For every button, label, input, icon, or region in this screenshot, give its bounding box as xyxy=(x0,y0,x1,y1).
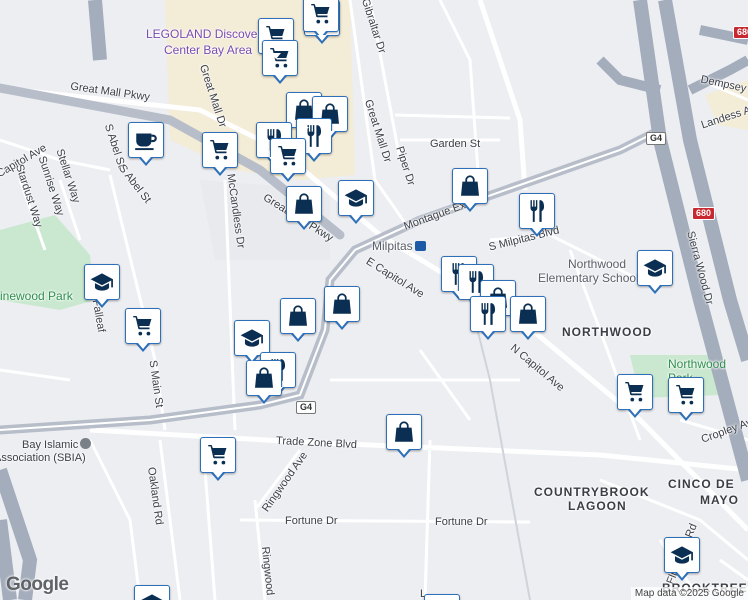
poi-marker-shopping-cart[interactable] xyxy=(303,0,339,40)
poi-label-islamic-1[interactable]: Bay Islamic xyxy=(22,438,92,451)
poi-label-islamic-2[interactable]: Association (SBIA) xyxy=(0,452,86,464)
highway-680-shield: 680 xyxy=(692,207,716,220)
district-label-mayo: MAYO xyxy=(700,493,739,507)
school-icon xyxy=(343,185,369,211)
poi-marker-shopping-cart[interactable] xyxy=(125,308,161,352)
street-label-fortune-dr: Fortune Dr xyxy=(285,515,338,527)
route-g4-shield-2: G4 xyxy=(646,132,667,145)
school-label-northwood-2[interactable]: Elementary School xyxy=(538,272,639,284)
google-logo[interactable]: Google xyxy=(6,574,69,596)
coffee-icon xyxy=(133,127,159,153)
poi-marker-restaurant[interactable] xyxy=(519,193,555,237)
poi-marker-shopping-cart[interactable] xyxy=(424,594,460,600)
poi-marker-shopping-bag[interactable] xyxy=(324,286,360,330)
restaurant-icon xyxy=(524,198,550,224)
shopping-cart-icon xyxy=(308,1,334,27)
poi-marker-shopping-cart[interactable] xyxy=(202,132,238,176)
poi-marker-school[interactable] xyxy=(234,320,270,364)
shopping-cart-icon xyxy=(275,143,301,169)
poi-marker-shopping-cart[interactable] xyxy=(668,377,704,421)
highway-680-shield-2: 680 xyxy=(733,26,748,39)
poi-marker-shopping-bag[interactable] xyxy=(510,296,546,340)
shopping-cart-icon xyxy=(130,313,156,339)
place-of-worship-icon xyxy=(80,438,92,449)
shopping-bag-icon xyxy=(329,291,355,317)
poi-marker-shopping-cart[interactable] xyxy=(200,437,236,481)
district-label-lagoon: LAGOON xyxy=(568,499,627,513)
poi-marker-shopping-bag[interactable] xyxy=(386,414,422,458)
shopping-bag-icon xyxy=(515,301,541,327)
district-label-northwood: NORTHWOOD xyxy=(562,325,653,339)
shopping-cart-icon xyxy=(207,137,233,163)
shopping-bag-icon xyxy=(391,419,417,445)
route-g4-shield: G4 xyxy=(296,401,317,414)
street-label-fortune-dr-2: Fortune Dr xyxy=(435,516,488,528)
map-attribution[interactable]: Map data ©2025 Google xyxy=(630,587,748,600)
shopping-cart-icon xyxy=(205,442,231,468)
poi-marker-school[interactable] xyxy=(134,585,170,600)
poi-marker-school[interactable] xyxy=(84,264,120,308)
poi-marker-school[interactable] xyxy=(637,250,673,294)
park-label-northwood-1[interactable]: Northwood xyxy=(668,358,726,370)
shopping-cart-icon xyxy=(673,382,699,408)
poi-marker-shopping-cart[interactable] xyxy=(617,374,653,418)
shopping-bag-icon xyxy=(457,173,483,199)
legoland-label[interactable]: LEGOLAND Discovery xyxy=(146,28,267,40)
school-icon xyxy=(642,255,668,281)
school-label-northwood-1[interactable]: Northwood xyxy=(568,258,626,270)
poi-marker-shopping-bag[interactable] xyxy=(286,186,322,230)
poi-marker-coffee[interactable] xyxy=(128,122,164,166)
street-label-garden-st: Garden St xyxy=(430,138,481,150)
place-label-milpitas-station[interactable]: Milpitas xyxy=(372,240,426,252)
shopping-bag-icon xyxy=(291,191,317,217)
district-label-countrybrook: COUNTRYBROOK xyxy=(534,485,650,499)
transit-station-icon xyxy=(414,241,426,251)
poi-marker-school[interactable] xyxy=(664,537,700,581)
legoland-label-2[interactable]: Center Bay Area xyxy=(164,44,252,56)
poi-marker-shopping-bag[interactable] xyxy=(280,298,316,342)
school-icon xyxy=(669,542,695,568)
poi-marker-school[interactable] xyxy=(338,180,374,224)
map-canvas[interactable]: LEGOLAND Discovery Center Bay Area Great… xyxy=(0,0,748,600)
poi-marker-shopping-bag[interactable] xyxy=(452,168,488,212)
poi-marker-shopping-cart[interactable] xyxy=(270,138,306,182)
school-icon xyxy=(239,325,265,351)
shopping-bag-icon xyxy=(285,303,311,329)
park-label-pinewood[interactable]: Pinewood Park xyxy=(0,290,73,302)
school-icon xyxy=(89,269,115,295)
shopping-cart-icon xyxy=(622,379,648,405)
school-icon xyxy=(139,590,165,600)
district-label-cinco-de: CINCO DE xyxy=(668,477,735,491)
